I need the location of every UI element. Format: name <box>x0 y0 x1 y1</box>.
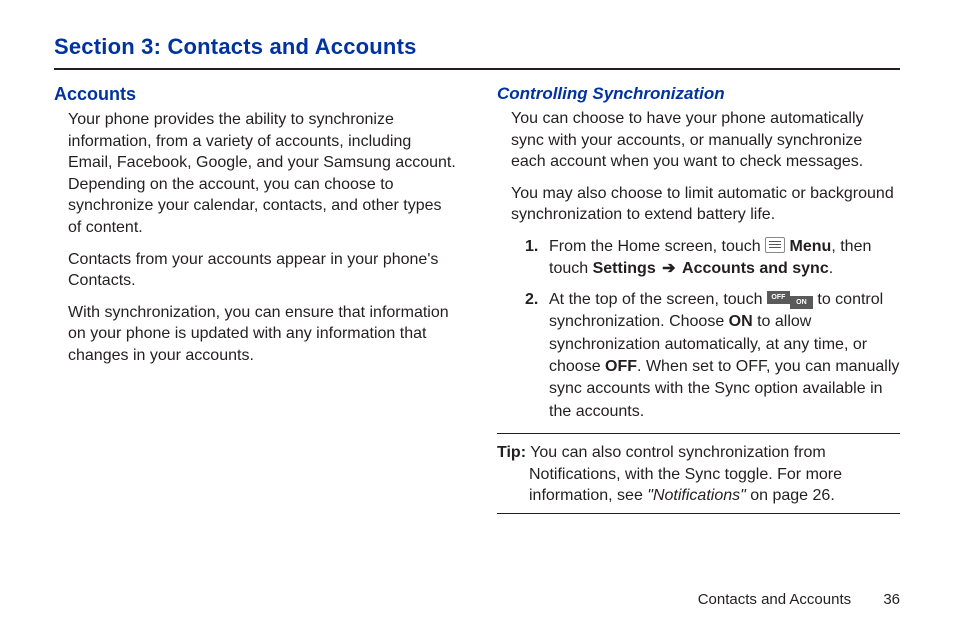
nav-arrow-icon: ➔ <box>656 260 682 277</box>
tip-block: Tip: You can also control synchronizatio… <box>497 442 900 507</box>
step-2-text-a: At the top of the screen, touch <box>549 291 767 308</box>
page-footer: Contacts and Accounts 36 <box>698 591 900 608</box>
step-2: 2. At the top of the screen, touch OFF O… <box>525 289 900 423</box>
tip-text-b: on page 26. <box>746 487 835 504</box>
steps-list: 1. From the Home screen, touch Menu, the… <box>525 236 900 423</box>
step-2-on-label: ON <box>729 313 753 330</box>
step-1-text-c: . <box>829 260 833 277</box>
tip-reference-link: "Notifications" <box>647 487 746 504</box>
right-column: Controlling Synchronization You can choo… <box>497 84 900 522</box>
tip-top-rule <box>497 433 900 434</box>
step-1: 1. From the Home screen, touch Menu, the… <box>525 236 900 281</box>
sync-para-2: You may also choose to limit automatic o… <box>511 183 900 226</box>
step-1-number: 1. <box>525 236 538 258</box>
accounts-para-2: Contacts from your accounts appear in yo… <box>68 249 457 292</box>
tip-label: Tip: <box>497 444 526 461</box>
accounts-para-1: Your phone provides the ability to synch… <box>68 109 457 239</box>
step-1-menu-label: Menu <box>790 238 832 255</box>
step-1-accounts-sync-label: Accounts and sync <box>682 260 829 277</box>
accounts-para-3: With synchronization, you can ensure tha… <box>68 302 457 367</box>
page-root: Section 3: Contacts and Accounts Account… <box>0 0 954 636</box>
section-title: Section 3: Contacts and Accounts <box>54 34 900 60</box>
menu-icon <box>765 237 785 253</box>
two-column-layout: Accounts Your phone provides the ability… <box>54 84 900 522</box>
left-column: Accounts Your phone provides the ability… <box>54 84 457 522</box>
toggle-on-half: ON <box>790 296 813 309</box>
accounts-heading: Accounts <box>54 84 457 105</box>
footer-section-name: Contacts and Accounts <box>698 591 851 608</box>
step-2-number: 2. <box>525 289 538 311</box>
step-2-off-label: OFF <box>605 358 637 375</box>
section-title-rule <box>54 68 900 70</box>
off-on-toggle-icon: OFF ON <box>767 291 813 309</box>
toggle-off-half: OFF <box>767 291 790 304</box>
footer-page-number: 36 <box>883 591 900 608</box>
step-1-settings-label: Settings <box>593 260 656 277</box>
controlling-sync-heading: Controlling Synchronization <box>497 84 900 104</box>
step-1-text-a: From the Home screen, touch <box>549 238 765 255</box>
sync-para-1: You can choose to have your phone automa… <box>511 108 900 173</box>
tip-bottom-rule <box>497 513 900 514</box>
